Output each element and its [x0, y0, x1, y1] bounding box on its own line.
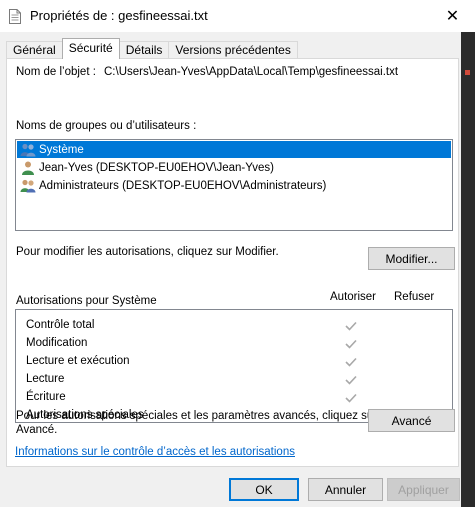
- allow-check-icon: [345, 321, 357, 331]
- group-item-jean-yves[interactable]: Jean-Yves (DESKTOP-EU0EHOV\Jean-Yves): [17, 159, 451, 176]
- group-users-icon: [20, 179, 36, 192]
- close-button[interactable]: ✕: [430, 0, 475, 32]
- tab-strip: Général Sécurité Détails Versions précéd…: [6, 38, 298, 59]
- modify-button[interactable]: Modifier...: [368, 247, 455, 270]
- permission-read: Lecture: [26, 373, 65, 385]
- background-window-edge: [461, 32, 475, 507]
- tab-security[interactable]: Sécurité: [61, 38, 120, 59]
- modify-hint: Pour modifier les autorisations, cliquez…: [16, 246, 279, 258]
- group-item-system[interactable]: Système: [17, 141, 451, 158]
- permission-full-control: Contrôle total: [26, 319, 95, 331]
- group-item-label: Jean-Yves (DESKTOP-EU0EHOV\Jean-Yves): [39, 161, 274, 174]
- window-title: Propriétés de : gesfineessai.txt: [30, 8, 208, 23]
- access-control-info-link[interactable]: Informations sur le contrôle d’accès et …: [15, 446, 295, 458]
- allow-column-header: Autoriser: [330, 291, 377, 303]
- apply-button[interactable]: Appliquer: [387, 478, 460, 501]
- permission-read-execute: Lecture et exécution: [26, 355, 130, 367]
- cancel-button[interactable]: Annuler: [308, 478, 383, 501]
- tab-previous-versions[interactable]: Versions précédentes: [168, 41, 298, 59]
- close-icon: ✕: [445, 8, 460, 25]
- advanced-button[interactable]: Avancé: [368, 409, 455, 432]
- security-panel: Nom de l’objet : C:\Users\Jean-Yves\AppD…: [6, 58, 459, 467]
- title-bar: Propriétés de : gesfineessai.txt ✕: [0, 0, 475, 32]
- object-name-label: Nom de l’objet :: [16, 66, 96, 78]
- object-name-value: C:\Users\Jean-Yves\AppData\Local\Temp\ge…: [104, 66, 399, 78]
- group-item-label: Système: [39, 143, 84, 156]
- tab-details[interactable]: Détails: [118, 41, 170, 59]
- groups-label: Noms de groupes ou d’utilisateurs :: [16, 120, 197, 132]
- permission-write: Écriture: [26, 391, 66, 403]
- allow-check-icon: [345, 375, 357, 385]
- permission-modify: Modification: [26, 337, 88, 349]
- allow-check-icon: [345, 357, 357, 367]
- permissions-label: Autorisations pour Système: [16, 295, 157, 307]
- advanced-hint-line2: Avancé.: [16, 424, 58, 436]
- user-icon: [22, 161, 34, 175]
- text-file-icon: [9, 9, 21, 24]
- groups-listbox[interactable]: Système Jean-Yves (DESKTOP-EU0EHOV\Jean-…: [15, 139, 453, 231]
- tab-general[interactable]: Général: [6, 41, 63, 59]
- advanced-hint-line1: Pour les autorisations spéciales et les …: [16, 410, 378, 422]
- background-marker: [465, 70, 470, 75]
- allow-check-icon: [345, 393, 357, 403]
- ok-button[interactable]: OK: [229, 478, 299, 501]
- group-users-icon: [20, 143, 36, 156]
- deny-column-header: Refuser: [394, 291, 435, 303]
- dialog-body: Général Sécurité Détails Versions précéd…: [0, 32, 461, 507]
- group-item-label: Administrateurs (DESKTOP-EU0EHOV\Adminis…: [39, 179, 327, 192]
- group-item-administrators[interactable]: Administrateurs (DESKTOP-EU0EHOV\Adminis…: [17, 177, 451, 194]
- permissions-list: Contrôle total Modification Lecture et e…: [15, 309, 453, 423]
- allow-check-icon: [345, 339, 357, 349]
